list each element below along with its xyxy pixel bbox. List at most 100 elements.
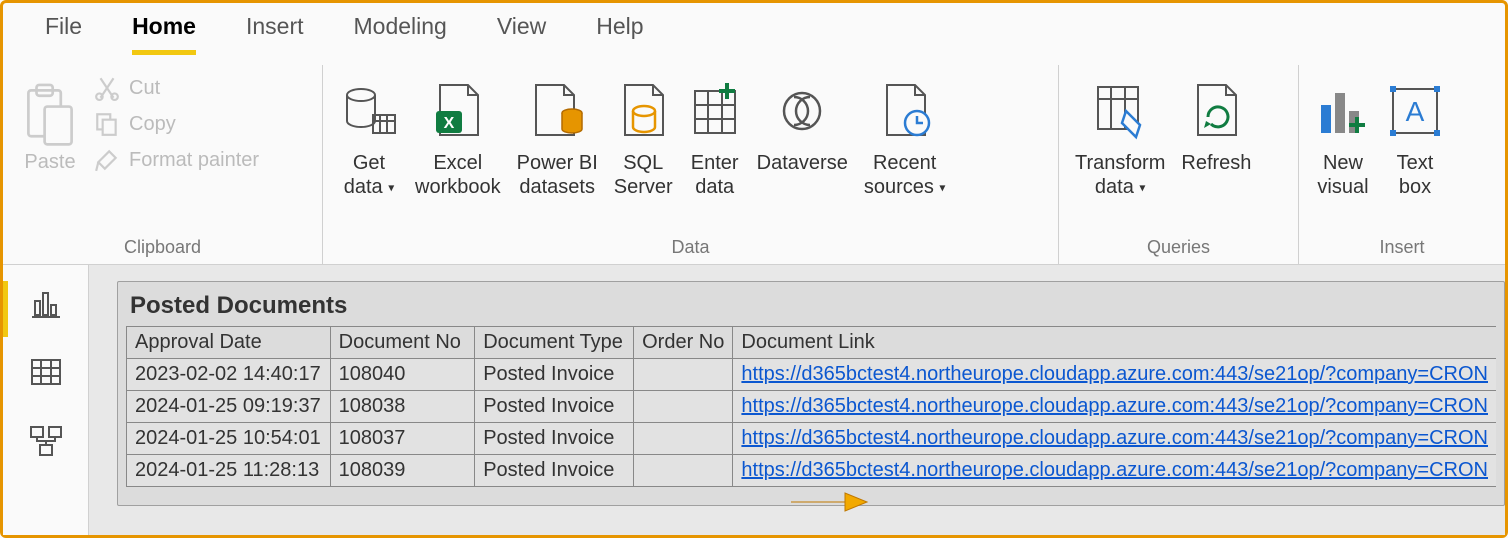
sql-server-label: SQL Server [614,147,673,199]
ribbon: Paste Cut Copy Format painter [3,65,1505,265]
cell-document-no: 108039 [330,455,475,487]
ribbon-group-data: Get data ▾ X Excel workbook Power BI dat… [323,65,1059,264]
copy-label: Copy [129,113,176,136]
ribbon-group-clipboard: Paste Cut Copy Format painter [3,65,323,264]
tab-insert[interactable]: Insert [246,13,304,50]
cell-document-type: Posted Invoice [475,423,634,455]
cell-approval-date: 2023-02-02 14:40:17 [127,359,331,391]
left-rail [3,265,89,535]
pbi-datasets-label: Power BI datasets [517,147,598,199]
text-box-icon: A [1387,83,1443,139]
data-view-icon [28,354,64,390]
copy-button[interactable]: Copy [93,111,259,137]
document-link[interactable]: https://d365bctest4.northeurope.cloudapp… [741,427,1488,449]
ribbon-group-queries: Transform data ▾ Refresh Queries [1059,65,1299,264]
text-box-button[interactable]: A Text box [1379,71,1451,199]
cell-order-no [634,391,733,423]
chevron-down-icon: ▾ [1139,181,1145,195]
paste-button[interactable]: Paste [11,71,89,174]
dataverse-button[interactable]: Dataverse [749,71,856,175]
cut-label: Cut [129,77,160,100]
svg-text:X: X [443,115,454,132]
cell-order-no [634,359,733,391]
col-header-document-no[interactable]: Document No [330,327,475,359]
cell-document-type: Posted Invoice [475,455,634,487]
cell-approval-date: 2024-01-25 11:28:13 [127,455,331,487]
report-canvas[interactable]: Posted Documents Approval Date Document … [89,265,1505,535]
data-view-button[interactable] [28,354,64,393]
tab-view[interactable]: View [497,13,546,50]
dataverse-icon [774,83,830,139]
format-painter-icon [93,147,121,173]
tab-home[interactable]: Home [132,13,196,55]
get-data-button[interactable]: Get data ▾ [331,71,407,199]
pbi-datasets-button[interactable]: Power BI datasets [509,71,606,199]
transform-data-icon [1092,81,1148,141]
col-header-approval-date[interactable]: Approval Date [127,327,331,359]
excel-workbook-button[interactable]: X Excel workbook [407,71,509,199]
sql-server-button[interactable]: SQL Server [606,71,681,199]
refresh-button[interactable]: Refresh [1173,71,1259,175]
tab-file[interactable]: File [45,13,82,50]
model-view-button[interactable] [28,423,64,462]
pbi-datasets-icon [528,81,586,141]
chevron-down-icon: ▾ [939,181,945,195]
cell-document-link: https://d365bctest4.northeurope.cloudapp… [733,359,1496,391]
menu-tabs: File Home Insert Modeling View Help [3,3,1505,65]
cell-order-no [634,455,733,487]
get-data-label: Get data [344,152,385,198]
visual-title: Posted Documents [126,290,1496,326]
cell-approval-date: 2024-01-25 09:19:37 [127,391,331,423]
clipboard-group-label: Clipboard [11,231,314,260]
enter-data-icon [689,81,741,141]
table-row[interactable]: 2024-01-25 11:28:13108039Posted Invoice h… [127,455,1497,487]
col-header-document-link[interactable]: Document Link [733,327,1496,359]
chevron-down-icon: ▾ [388,181,394,195]
document-link[interactable]: https://d365bctest4.northeurope.cloudapp… [741,459,1488,481]
cell-document-link: https://d365bctest4.northeurope.cloudapp… [733,391,1496,423]
cell-document-no: 108037 [330,423,475,455]
new-visual-button[interactable]: New visual [1307,71,1379,199]
excel-workbook-label: Excel workbook [415,147,501,199]
transform-data-label: Transform data [1075,152,1165,198]
table-row[interactable]: 2024-01-25 10:54:01108037Posted Invoiceh… [127,423,1497,455]
table-visual[interactable]: Posted Documents Approval Date Document … [117,281,1505,506]
table-row[interactable]: 2023-02-02 14:40:17108040Posted Invoiceh… [127,359,1497,391]
paste-label: Paste [24,151,75,174]
refresh-label: Refresh [1181,147,1251,175]
document-link[interactable]: https://d365bctest4.northeurope.cloudapp… [741,363,1488,385]
data-table: Approval Date Document No Document Type … [126,326,1496,487]
refresh-icon [1190,81,1242,141]
document-link[interactable]: https://d365bctest4.northeurope.cloudapp… [741,395,1488,417]
report-view-icon [28,285,64,321]
tab-help[interactable]: Help [596,13,643,50]
recent-sources-label: Recent sources [864,152,937,198]
cell-document-type: Posted Invoice [475,359,634,391]
cell-document-link: https://d365bctest4.northeurope.cloudapp… [733,455,1496,487]
cell-document-no: 108038 [330,391,475,423]
cut-icon [93,75,121,101]
transform-data-button[interactable]: Transform data ▾ [1067,71,1173,199]
excel-icon: X [432,81,484,141]
copy-icon [93,111,121,137]
report-view-button[interactable] [28,285,64,324]
cut-button[interactable]: Cut [93,75,259,101]
sql-server-icon [617,81,669,141]
new-visual-label: New visual [1317,147,1368,199]
col-header-order-no[interactable]: Order No [634,327,733,359]
format-painter-button[interactable]: Format painter [93,147,259,173]
text-box-label: Text box [1397,147,1434,199]
table-row[interactable]: 2024-01-25 09:19:37108038Posted Invoiceh… [127,391,1497,423]
enter-data-button[interactable]: Enter data [681,71,749,199]
recent-sources-button[interactable]: Recent sources ▾ [856,71,954,199]
svg-text:A: A [1406,96,1425,127]
cell-document-link: https://d365bctest4.northeurope.cloudapp… [733,423,1496,455]
recent-sources-icon [879,81,931,141]
get-data-icon [339,81,399,141]
tab-modeling[interactable]: Modeling [354,13,447,50]
format-painter-label: Format painter [129,149,259,172]
paste-icon [23,81,77,151]
col-header-document-type[interactable]: Document Type [475,327,634,359]
new-visual-icon [1315,81,1371,141]
enter-data-label: Enter data [691,147,739,199]
